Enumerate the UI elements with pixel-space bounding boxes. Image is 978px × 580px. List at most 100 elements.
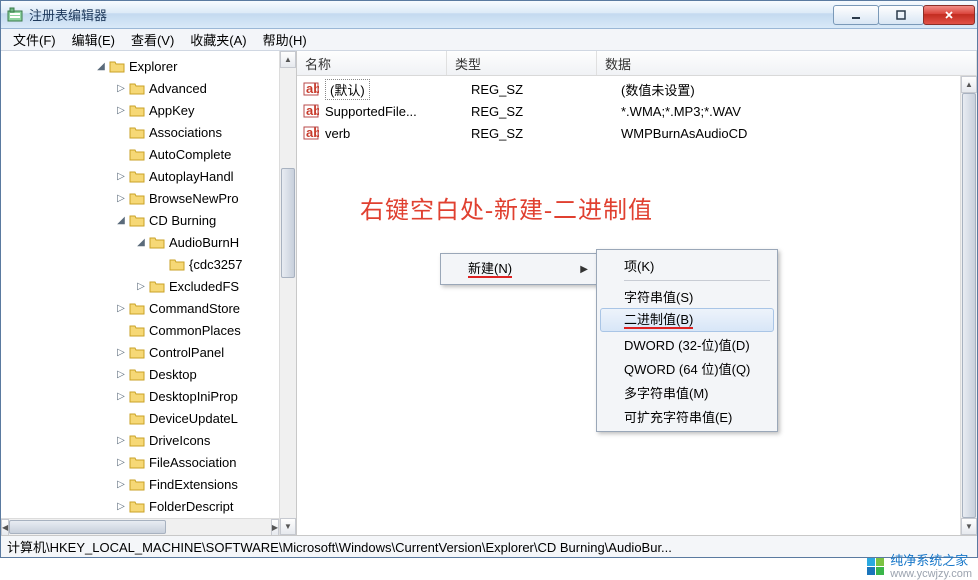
list-row[interactable]: ab (默认) REG_SZ (数值未设置)	[297, 78, 977, 100]
expand-icon[interactable]: ▷	[115, 457, 127, 468]
tree-item[interactable]: AutoComplete	[1, 143, 296, 165]
tree-item[interactable]: ▷AppKey	[1, 99, 296, 121]
expand-icon[interactable]: ▷	[115, 479, 127, 490]
body-area: ◢Explorer ▷Advanced ▷AppKey Associations…	[1, 51, 977, 535]
tree-item[interactable]: {cdc3257	[1, 253, 296, 275]
tree-scrollbar-v[interactable]: ▲▼	[279, 51, 296, 535]
folder-icon	[129, 389, 145, 403]
submenu-arrow-icon: ▶	[580, 264, 588, 275]
tree-item[interactable]: Associations	[1, 121, 296, 143]
menu-favorites[interactable]: 收藏夹(A)	[182, 28, 254, 51]
collapse-icon[interactable]: ◢	[135, 237, 147, 248]
scroll-down-icon[interactable]: ▼	[280, 518, 296, 535]
folder-icon	[129, 103, 145, 117]
folder-icon	[129, 191, 145, 205]
watermark-url: www.ycwjzy.com	[890, 568, 972, 580]
tree-item[interactable]: ▷FolderDescript	[1, 495, 296, 517]
sub-expand[interactable]: 可扩充字符串值(E)	[600, 404, 774, 428]
tree-item[interactable]: DeviceUpdateL	[1, 407, 296, 429]
col-type[interactable]: 类型	[447, 51, 597, 75]
tree-scrollbar-h[interactable]: ◀▶	[1, 518, 279, 535]
maximize-button[interactable]	[878, 5, 924, 25]
list-scrollbar-v[interactable]: ▲▼	[960, 76, 977, 535]
scroll-down-icon[interactable]: ▼	[961, 518, 977, 535]
expand-icon[interactable]: ▷	[115, 303, 127, 314]
annotation-text: 右键空白处-新建-二进制值	[360, 190, 653, 225]
col-name[interactable]: 名称	[297, 51, 447, 75]
scroll-right-icon[interactable]: ▶	[271, 519, 279, 535]
col-data[interactable]: 数据	[597, 51, 977, 75]
expand-icon[interactable]: ▷	[115, 83, 127, 94]
scroll-thumb[interactable]	[962, 93, 976, 518]
none-icon	[115, 127, 127, 138]
close-button[interactable]	[923, 5, 975, 25]
tree-item-explorer[interactable]: ◢Explorer	[1, 55, 296, 77]
titlebar[interactable]: 注册表编辑器	[1, 1, 977, 29]
sub-string[interactable]: 字符串值(S)	[600, 284, 774, 308]
sub-dword[interactable]: DWORD (32-位)值(D)	[600, 332, 774, 356]
ctx-new-label: 新建(N)	[468, 261, 512, 278]
scroll-up-icon[interactable]: ▲	[280, 51, 296, 68]
tree-item[interactable]: ▷FindExtensions	[1, 473, 296, 495]
expand-icon[interactable]: ▷	[115, 105, 127, 116]
value-name: verb	[325, 126, 463, 141]
value-type: REG_SZ	[463, 126, 613, 141]
collapse-icon[interactable]: ◢	[115, 215, 127, 226]
minimize-button[interactable]	[833, 5, 879, 25]
menu-file[interactable]: 文件(F)	[5, 28, 64, 51]
sub-binary[interactable]: 二进制值(B)	[600, 308, 774, 332]
list-row[interactable]: ab SupportedFile... REG_SZ *.WMA;*.MP3;*…	[297, 100, 977, 122]
window-title: 注册表编辑器	[29, 5, 834, 24]
svg-text:ab: ab	[306, 125, 319, 140]
tree-item[interactable]: ▷AutoplayHandl	[1, 165, 296, 187]
ctx-new[interactable]: 新建(N) ▶	[444, 257, 594, 281]
tree-item[interactable]: ▷FileAssociation	[1, 451, 296, 473]
menu-edit[interactable]: 编辑(E)	[64, 28, 123, 51]
menu-view[interactable]: 查看(V)	[123, 28, 182, 51]
none-icon	[115, 413, 127, 424]
menubar: 文件(F) 编辑(E) 查看(V) 收藏夹(A) 帮助(H)	[1, 29, 977, 51]
folder-icon	[129, 345, 145, 359]
tree-item[interactable]: ▷DriveIcons	[1, 429, 296, 451]
new-submenu: 项(K) 字符串值(S) 二进制值(B) DWORD (32-位)值(D) QW…	[596, 249, 778, 432]
expand-icon[interactable]: ▷	[115, 501, 127, 512]
scroll-left-icon[interactable]: ◀	[1, 519, 9, 535]
scroll-thumb[interactable]	[281, 168, 295, 278]
expand-icon[interactable]: ▷	[115, 391, 127, 402]
tree-pane: ◢Explorer ▷Advanced ▷AppKey Associations…	[1, 51, 297, 535]
tree-item-cdburning[interactable]: ◢CD Burning	[1, 209, 296, 231]
expand-icon[interactable]: ▷	[135, 281, 147, 292]
tree-item[interactable]: ▷DesktopIniProp	[1, 385, 296, 407]
string-value-icon: ab	[303, 103, 319, 119]
svg-text:ab: ab	[306, 81, 319, 96]
sub-multi[interactable]: 多字符串值(M)	[600, 380, 774, 404]
tree-item[interactable]: ▷BrowseNewPro	[1, 187, 296, 209]
collapse-icon[interactable]: ◢	[95, 61, 107, 72]
sub-qword[interactable]: QWORD (64 位)值(Q)	[600, 356, 774, 380]
expand-icon[interactable]: ▷	[115, 435, 127, 446]
scroll-up-icon[interactable]: ▲	[961, 76, 977, 93]
folder-icon	[129, 125, 145, 139]
expand-icon[interactable]: ▷	[115, 347, 127, 358]
expand-icon[interactable]: ▷	[115, 171, 127, 182]
tree-item[interactable]: ▷CommandStore	[1, 297, 296, 319]
tree-item[interactable]: ▷ExcludedFS	[1, 275, 296, 297]
scroll-thumb[interactable]	[9, 520, 166, 534]
value-name: (默认)	[325, 79, 370, 100]
menu-help[interactable]: 帮助(H)	[255, 28, 315, 51]
folder-icon	[129, 169, 145, 183]
list-row[interactable]: ab verb REG_SZ WMPBurnAsAudioCD	[297, 122, 977, 144]
tree-item[interactable]: ▷Desktop	[1, 363, 296, 385]
sub-key[interactable]: 项(K)	[600, 253, 774, 277]
tree-item[interactable]: ▷ControlPanel	[1, 341, 296, 363]
expand-icon[interactable]: ▷	[115, 369, 127, 380]
expand-icon[interactable]: ▷	[115, 193, 127, 204]
none-icon	[115, 325, 127, 336]
tree-item[interactable]: ▷Advanced	[1, 77, 296, 99]
tree-item-audioburn[interactable]: ◢AudioBurnH	[1, 231, 296, 253]
context-menu: 新建(N) ▶	[440, 253, 598, 285]
tree-item[interactable]: CommonPlaces	[1, 319, 296, 341]
folder-icon	[129, 147, 145, 161]
folder-icon	[129, 81, 145, 95]
value-data: (数值未设置)	[613, 80, 977, 99]
